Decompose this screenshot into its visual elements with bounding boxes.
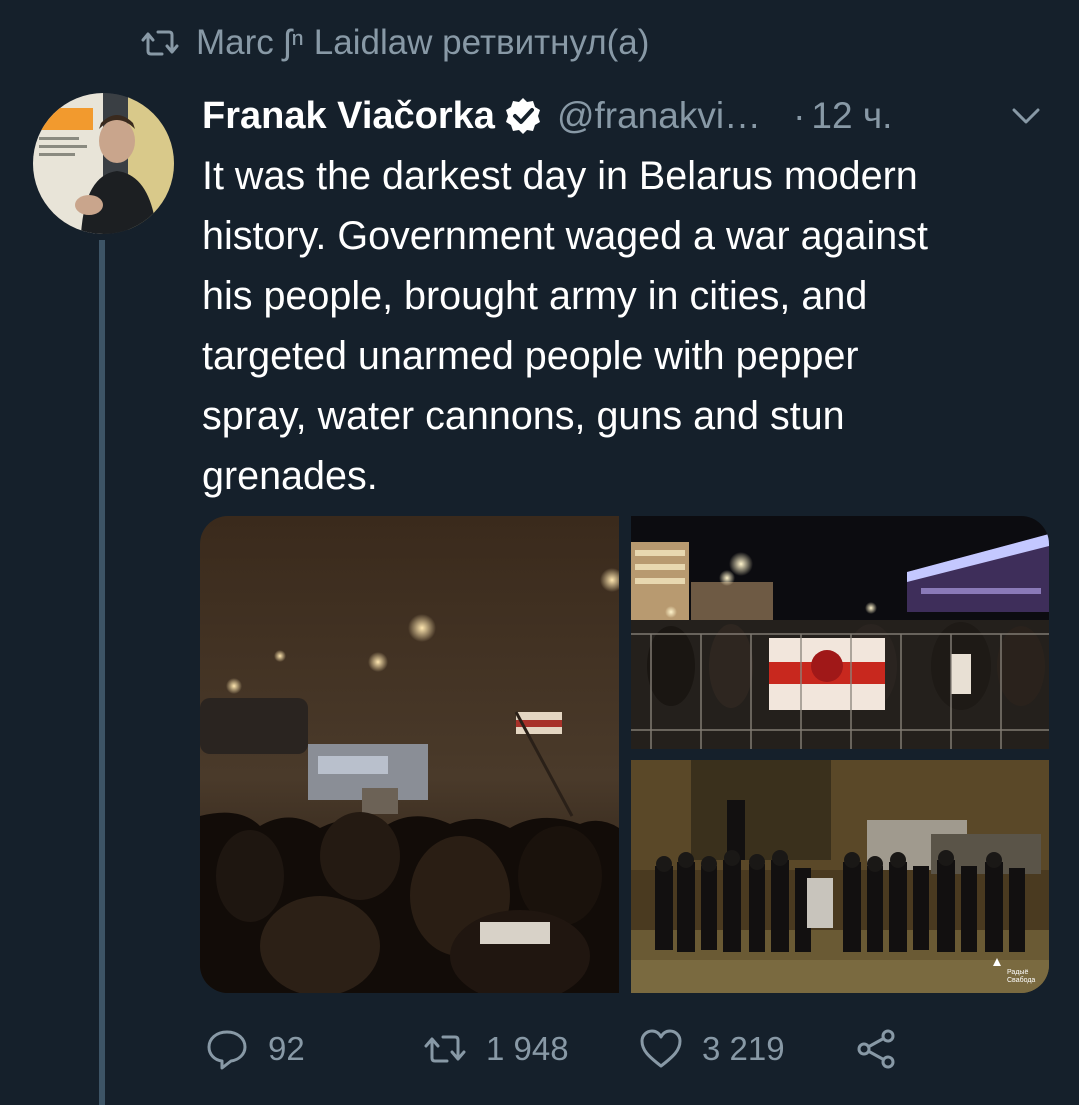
retweet-header: Marc ʃⁿ Laidlaw ретвитнул(а) (140, 18, 649, 68)
verified-badge-icon (503, 96, 543, 136)
photo-watermark-line-2: Свабода (1007, 976, 1035, 984)
tweet-header: Franak Viačorka @franakvi… · 12 ч. (202, 86, 1052, 146)
like-icon (638, 1026, 684, 1072)
retweet-icon (422, 1026, 468, 1072)
author-handle[interactable]: @franakvi… (557, 95, 761, 137)
reply-count: 92 (268, 1030, 305, 1067)
reply-icon (204, 1026, 250, 1072)
share-button[interactable] (854, 1020, 900, 1078)
author-name[interactable]: Franak Viačorka (202, 95, 495, 138)
share-icon (854, 1026, 900, 1072)
chevron-down-icon[interactable] (1010, 100, 1042, 132)
retweet-button[interactable]: 1 948 (422, 1020, 569, 1078)
avatar[interactable] (33, 93, 174, 234)
photo-watermark-line-1: Радыё (1007, 969, 1028, 976)
photo-fence-flag[interactable] (631, 516, 1049, 749)
retweet-icon (140, 23, 180, 63)
like-button[interactable]: 3 219 (638, 1020, 785, 1078)
thread-line (99, 240, 105, 1105)
action-bar: 92 1 948 3 219 (204, 1020, 924, 1078)
separator-dot: · (793, 95, 806, 136)
reply-button[interactable]: 92 (204, 1020, 305, 1078)
photo-protest-crowd[interactable] (200, 516, 619, 993)
timestamp[interactable]: 12 ч. (811, 95, 892, 137)
like-count: 3 219 (702, 1030, 785, 1067)
retweet-count: 1 948 (486, 1030, 569, 1067)
tweet-text: It was the darkest day in Belarus modern… (202, 154, 928, 498)
photo-riot-police[interactable]: Радыё Свабода (631, 760, 1049, 993)
retweeted-by-text[interactable]: Marc ʃⁿ Laidlaw ретвитнул(а) (196, 23, 649, 63)
media-grid: Радыё Свабода (200, 516, 1049, 993)
